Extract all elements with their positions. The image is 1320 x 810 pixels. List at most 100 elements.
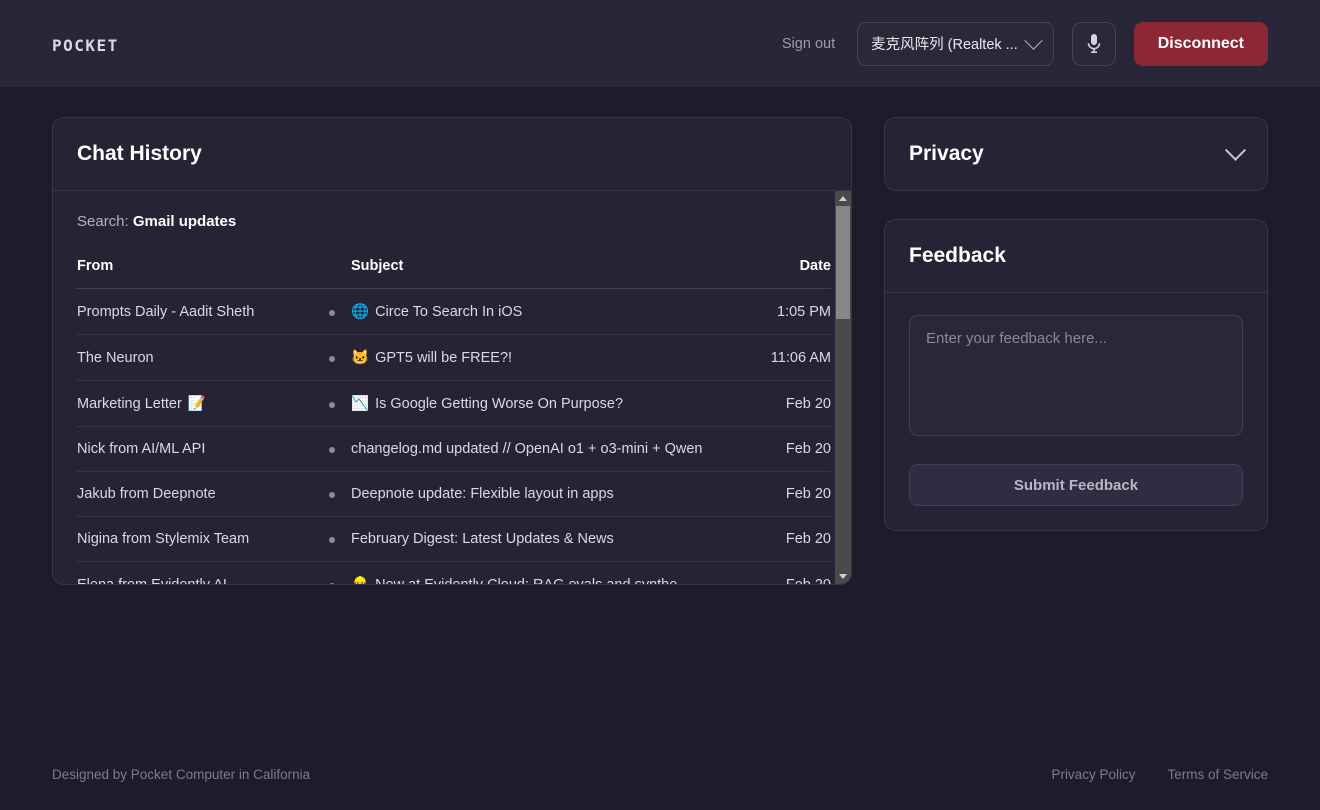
subject-text: February Digest: Latest Updates & News: [351, 531, 614, 547]
column-header-spacer: [313, 258, 351, 289]
microphone-device-select[interactable]: 麦克风阵列 (Realtek ...: [857, 21, 1054, 66]
cell-from: Nigina from Stylemix Team: [77, 516, 313, 562]
cell-date: Feb 20: [751, 380, 831, 427]
cell-subject: 🐱 GPT5 will be FREE?!: [351, 334, 751, 381]
subject-emoji-icon: 🌐: [351, 304, 370, 320]
chat-history-title: Chat History: [53, 118, 851, 191]
table-row[interactable]: Prompts Daily - Aadit Sheth 🌐 Circe To Sea…: [77, 288, 831, 335]
right-column: Privacy Feedback Submit Feedback: [884, 117, 1268, 531]
privacy-card[interactable]: Privacy: [884, 117, 1268, 191]
app-logo: Pocket: [52, 30, 119, 57]
dot-icon: [329, 355, 335, 362]
table-row[interactable]: The Neuron 🐱 GPT5 will be FREE?! 11:06 AM: [77, 334, 831, 381]
scrollbar-track[interactable]: [835, 206, 851, 569]
cell-date: Feb 20: [751, 426, 831, 472]
chat-history-scrollbar[interactable]: [835, 191, 851, 584]
table-row[interactable]: Marketing Letter 📝 📉 Is Google Getting Wors…: [77, 380, 831, 427]
sign-out-link[interactable]: Sign out: [778, 30, 839, 58]
subject-text: New at Evidently Cloud: RAG evals and sy…: [375, 577, 689, 584]
cell-subject: 🌐 Circe To Search In iOS: [351, 288, 751, 335]
main-content: Chat History Search: Gmail updates From …: [0, 87, 1320, 585]
mail-table-body: Prompts Daily - Aadit Sheth 🌐 Circe To Sea…: [77, 288, 831, 584]
scrollbar-thumb[interactable]: [836, 206, 850, 319]
cell-subject: 👷 New at Evidently Cloud: RAG evals and s…: [351, 561, 751, 584]
chat-history-card: Chat History Search: Gmail updates From …: [52, 117, 852, 585]
from-emoji-icon: 📝: [187, 396, 206, 412]
subject-text: Is Google Getting Worse On Purpose?: [375, 396, 624, 412]
scroll-up-button[interactable]: [835, 191, 851, 206]
header-controls: Sign out 麦克风阵列 (Realtek ... Disconnect: [778, 21, 1268, 66]
footer-links: Privacy Policy Terms of Service: [1051, 767, 1268, 782]
cell-from: The Neuron: [77, 334, 313, 381]
cell-from: Elena from Evidently AI: [77, 561, 313, 584]
subject-text: Circe To Search In iOS: [375, 304, 523, 320]
cell-date: Feb 20: [751, 516, 831, 562]
cell-unread-dot: [313, 516, 351, 562]
cell-from: Marketing Letter 📝: [77, 380, 313, 427]
disconnect-button[interactable]: Disconnect: [1133, 21, 1268, 66]
cell-subject: Deepnote update: Flexible layout in apps: [351, 471, 751, 517]
chat-history-body: Search: Gmail updates From Subject Date …: [53, 191, 851, 584]
subject-emoji-icon: 🐱: [351, 350, 370, 366]
chevron-down-icon: [1024, 31, 1043, 50]
mail-table-header-row: From Subject Date: [77, 258, 831, 289]
cell-date: 1:05 PM: [751, 288, 831, 335]
mail-table-head: From Subject Date: [77, 258, 831, 289]
table-row[interactable]: Jakub from Deepnote Deepnote update: Flex…: [77, 471, 831, 517]
table-row[interactable]: Nigina from Stylemix Team February Digest…: [77, 516, 831, 562]
triangle-up-icon: [839, 196, 847, 201]
feedback-title: Feedback: [885, 220, 1267, 293]
microphone-toggle-button[interactable]: [1071, 21, 1116, 66]
mail-table: From Subject Date Prompts Daily - Aadit …: [77, 258, 831, 584]
cell-unread-dot: [313, 561, 351, 584]
table-row[interactable]: Elena from Evidently AI 👷 New at Evidently…: [77, 561, 831, 584]
dot-icon: [329, 537, 335, 543]
cell-unread-dot: [313, 288, 351, 335]
feedback-body: Submit Feedback: [885, 293, 1267, 530]
cell-unread-dot: [313, 334, 351, 381]
dot-icon: [329, 492, 335, 498]
privacy-policy-link[interactable]: Privacy Policy: [1051, 767, 1135, 782]
dot-icon: [329, 582, 335, 584]
cell-from: Jakub from Deepnote: [77, 471, 313, 517]
app-header: Pocket Sign out 麦克风阵列 (Realtek ... Disco…: [0, 0, 1320, 87]
subject-text: changelog.md updated // OpenAI o1 + o3-m…: [351, 441, 703, 457]
cell-date: Feb 20: [751, 561, 831, 584]
cell-date: 11:06 AM: [751, 334, 831, 381]
scroll-down-button[interactable]: [835, 569, 851, 584]
subject-text: GPT5 will be FREE?!: [375, 350, 513, 366]
dot-icon: [329, 401, 335, 408]
cell-from: Prompts Daily - Aadit Sheth: [77, 288, 313, 335]
cell-subject: 📉 Is Google Getting Worse On Purpose?: [351, 380, 751, 427]
search-label: Search:: [77, 213, 129, 230]
dot-icon: [329, 309, 335, 316]
left-column: Chat History Search: Gmail updates From …: [52, 117, 852, 585]
terms-of-service-link[interactable]: Terms of Service: [1167, 767, 1268, 782]
cell-subject: February Digest: Latest Updates & News: [351, 516, 751, 562]
cell-unread-dot: [313, 426, 351, 472]
chevron-down-icon[interactable]: [1224, 139, 1247, 161]
cell-from: Nick from AI/ML API: [77, 426, 313, 472]
subject-emoji-icon: 👷: [351, 577, 369, 584]
subject-text: Deepnote update: Flexible layout in apps: [351, 486, 614, 502]
cell-subject: changelog.md updated // OpenAI o1 + o3-m…: [351, 426, 751, 472]
cell-unread-dot: [313, 380, 351, 427]
subject-emoji-icon: 📉: [351, 396, 370, 412]
column-header-from: From: [77, 258, 313, 289]
dot-icon: [329, 447, 335, 453]
table-row[interactable]: Nick from AI/ML API changelog.md updated …: [77, 426, 831, 472]
column-header-subject: Subject: [351, 258, 751, 289]
search-summary: Search: Gmail updates: [77, 213, 827, 230]
page-footer: Designed by Pocket Computer in Californi…: [0, 738, 1320, 810]
submit-feedback-button[interactable]: Submit Feedback: [909, 464, 1243, 506]
microphone-device-label: 麦克风阵列 (Realtek ...: [871, 37, 1018, 53]
microphone-icon: [1087, 33, 1101, 53]
footer-credit: Designed by Pocket Computer in Californi…: [52, 766, 311, 782]
search-query: Gmail updates: [132, 213, 237, 230]
triangle-down-icon: [839, 574, 847, 579]
privacy-card-header[interactable]: Privacy: [885, 118, 1267, 190]
feedback-card: Feedback Submit Feedback: [884, 219, 1268, 531]
cell-date: Feb 20: [751, 471, 831, 517]
feedback-input[interactable]: [909, 315, 1243, 436]
column-header-date: Date: [751, 258, 831, 289]
